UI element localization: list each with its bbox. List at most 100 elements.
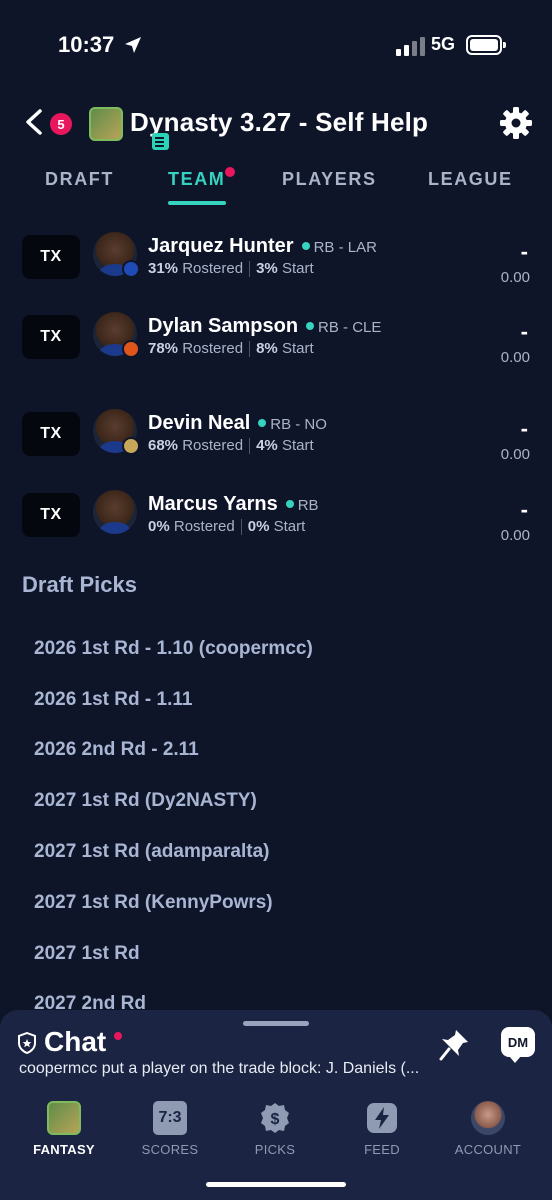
player-score: 0.00 <box>500 446 530 463</box>
nav-picks[interactable]: $ PICKS <box>225 1097 325 1167</box>
status-dot <box>301 241 310 250</box>
tab-team[interactable]: TEAM <box>168 169 225 190</box>
rostered-pct: 31% <box>148 260 179 277</box>
tab-league[interactable]: LEAGUE <box>428 169 513 190</box>
player-name[interactable]: Devin Neal <box>148 412 250 434</box>
start-label: Start <box>281 340 314 357</box>
account-avatar-icon <box>471 1101 505 1135</box>
draft-pick-item[interactable]: 2026 2nd Rd - 2.11 <box>34 739 199 761</box>
draft-pick-item[interactable]: 2027 1st Rd (adamparalta) <box>34 841 270 863</box>
player-position: RB - LAR <box>313 239 377 256</box>
player-position: RB <box>297 497 319 514</box>
nav-fantasy[interactable]: FANTASY <box>14 1097 114 1167</box>
divider <box>249 341 251 358</box>
player-position: RB - CLE <box>318 319 382 336</box>
divider <box>249 261 251 278</box>
team-logo-icon <box>122 340 140 358</box>
status-dot <box>285 499 294 508</box>
draft-pick-item[interactable]: 2027 1st Rd <box>34 943 140 965</box>
league-title[interactable]: Dynasty 3.27 - Self Help <box>130 107 428 138</box>
active-tab-indicator <box>168 201 226 205</box>
notification-badge: 5 <box>50 113 72 135</box>
chat-latest-message[interactable]: coopermcc put a player on the trade bloc… <box>19 1060 489 1078</box>
draft-pick-item[interactable]: 2026 1st Rd - 1.11 <box>34 689 192 711</box>
player-score: 0.00 <box>500 269 530 286</box>
draft-pick-item[interactable]: 2027 1st Rd (Dy2NASTY) <box>34 790 257 812</box>
rostered-pct: 68% <box>148 437 179 454</box>
rostered-pct: 78% <box>148 340 179 357</box>
rostered-label: Rostered <box>182 437 244 454</box>
back-chevron-icon[interactable] <box>20 107 50 137</box>
player-note-icon[interactable] <box>152 133 169 150</box>
gear-icon[interactable] <box>498 105 534 141</box>
start-label: Start <box>281 260 314 277</box>
player-projection: - <box>520 239 528 264</box>
nav-scores[interactable]: 7:3 SCORES <box>120 1097 220 1167</box>
rostered-pct: 0% <box>148 518 170 535</box>
status-time: 10:37 <box>58 32 115 57</box>
team-logo-icon <box>122 260 140 278</box>
player-name[interactable]: Marcus Yarns <box>148 493 278 515</box>
network-label: 5G <box>431 34 456 54</box>
lightning-bolt-icon <box>367 1103 397 1133</box>
divider <box>249 438 251 455</box>
start-label: Start <box>281 437 314 454</box>
nav-label: FANTASY <box>33 1142 95 1157</box>
chat-panel[interactable]: Chat coopermcc put a player on the trade… <box>0 1010 552 1105</box>
nav-label: FEED <box>364 1142 400 1157</box>
player-row[interactable]: TX Marcus Yarns RB 0% Rostered 0% Start - … <box>0 483 552 563</box>
pin-icon[interactable] <box>438 1028 470 1062</box>
nav-label: ACCOUNT <box>454 1142 522 1157</box>
shield-star-icon <box>18 1032 36 1054</box>
player-name[interactable]: Dylan Sampson <box>148 315 298 337</box>
dm-button[interactable]: DM <box>501 1027 535 1063</box>
player-score: 0.00 <box>500 527 530 544</box>
league-header: 5 Dynasty 3.27 - Self Help <box>0 95 552 155</box>
chat-notification-dot <box>114 1032 122 1040</box>
tab-players[interactable]: PLAYERS <box>282 169 377 190</box>
home-indicator[interactable] <box>206 1182 346 1187</box>
tab-draft[interactable]: DRAFT <box>45 169 114 190</box>
nav-label: PICKS <box>254 1142 296 1157</box>
status-dot <box>306 321 315 330</box>
taxi-button[interactable]: TX <box>22 493 80 537</box>
player-row[interactable]: TX Devin Neal RB - NO 68% Rostered 4% Star… <box>0 402 552 482</box>
start-pct: 8% <box>256 340 278 357</box>
nav-label: SCORES <box>141 1142 199 1157</box>
picks-icon: $ <box>261 1103 289 1133</box>
tab-team-notification-dot <box>225 167 235 177</box>
start-label: Start <box>273 518 306 535</box>
player-name[interactable]: Jarquez Hunter <box>148 235 294 257</box>
battery-icon <box>466 35 506 55</box>
draft-pick-item[interactable]: 2026 1st Rd - 1.10 (coopermcc) <box>34 638 313 660</box>
taxi-button[interactable]: TX <box>22 412 80 456</box>
drag-handle[interactable] <box>243 1021 309 1026</box>
svg-text:$: $ <box>271 1111 280 1128</box>
start-pct: 3% <box>256 260 278 277</box>
draft-pick-item[interactable]: 2027 1st Rd (KennyPowrs) <box>34 892 273 914</box>
player-score: 0.00 <box>500 349 530 366</box>
league-tabs: DRAFT TEAM PLAYERS LEAGUE <box>0 165 552 209</box>
nav-account[interactable]: ACCOUNT <box>438 1097 538 1167</box>
rostered-label: Rostered <box>173 518 235 535</box>
status-dot <box>258 418 267 427</box>
player-projection: - <box>520 416 528 441</box>
player-avatar <box>93 490 137 534</box>
rostered-label: Rostered <box>182 260 244 277</box>
player-row[interactable]: TX Dylan Sampson RB - CLE 78% Rostered 8% … <box>0 305 552 385</box>
rostered-label: Rostered <box>182 340 244 357</box>
league-logo-icon <box>89 107 123 141</box>
taxi-button[interactable]: TX <box>22 315 80 359</box>
player-row[interactable]: TX Jarquez Hunter RB - LAR 31% Rostered 3%… <box>0 225 552 305</box>
player-projection: - <box>520 319 528 344</box>
signal-icon <box>396 37 425 56</box>
team-logo-icon <box>122 437 140 455</box>
start-pct: 4% <box>256 437 278 454</box>
chat-title: Chat <box>44 1026 107 1057</box>
scores-icon: 7:3 <box>153 1101 187 1135</box>
location-arrow-icon <box>125 37 141 53</box>
taxi-button[interactable]: TX <box>22 235 80 279</box>
player-projection: - <box>520 497 528 522</box>
nav-feed[interactable]: FEED <box>332 1097 432 1167</box>
fantasy-icon <box>47 1101 81 1135</box>
